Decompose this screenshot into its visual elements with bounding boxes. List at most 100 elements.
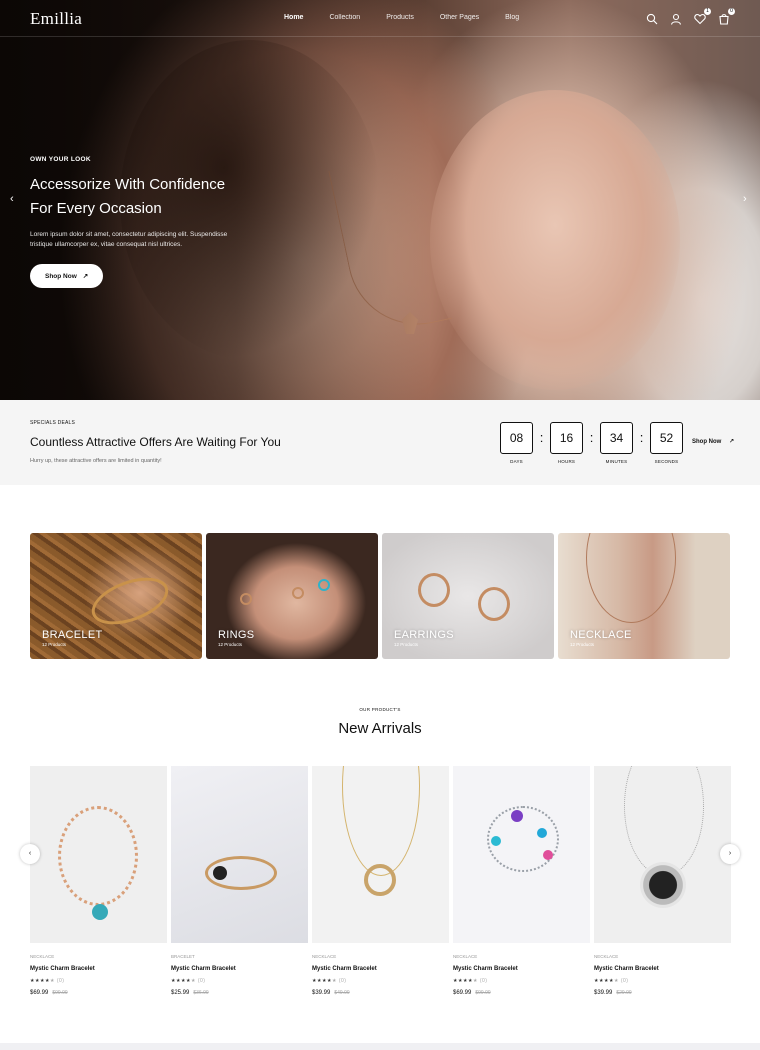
category-name: EARRINGS	[394, 629, 454, 641]
cart-count-badge: 0	[728, 8, 735, 15]
product-card[interactable]: NECKLACE Mystic Charm Bracelet ★★★★★ (0)…	[312, 766, 449, 996]
arrow-up-right-icon: ↗	[82, 273, 89, 280]
product-card[interactable]: NECKLACE Mystic Charm Bracelet ★★★★★ (0)…	[453, 766, 590, 996]
timer-hours-label: HOURS	[557, 459, 576, 464]
product-category: NECKLACE	[594, 954, 619, 959]
product-card[interactable]: NECKLACE Mystic Charm Bracelet ★★★★★ (0)…	[30, 766, 167, 996]
hero-shop-now-button[interactable]: Shop Now ↗	[30, 264, 104, 288]
review-count: (0)	[479, 978, 488, 984]
cart-icon[interactable]: 0	[718, 8, 735, 25]
brand-logo[interactable]: Emillia	[30, 9, 82, 29]
menu-item-other-pages[interactable]: Other Pages	[440, 14, 479, 21]
ring-image-shape	[240, 593, 252, 605]
product-rating: ★★★★★ (0)	[171, 978, 206, 984]
bracelet-image-shape	[85, 568, 175, 634]
category-card-earrings[interactable]: EARRINGS 12 Products	[382, 533, 554, 659]
category-name: BRACELET	[42, 629, 103, 641]
product-category: BRACELET	[171, 954, 195, 959]
timer-hours-value: 16	[550, 422, 583, 454]
product-category: NECKLACE	[453, 954, 478, 959]
timer-seconds-value: 52	[650, 422, 683, 454]
product-price: $39.99 $29.99	[594, 990, 731, 996]
necklace-chain-shape	[624, 766, 704, 876]
menu-item-products[interactable]: Products	[386, 14, 414, 21]
product-name[interactable]: Mystic Charm Bracelet	[312, 966, 449, 972]
product-image[interactable]	[453, 766, 590, 943]
special-deals-section: SPECIALS DEALS Countless Attractive Offe…	[0, 400, 760, 485]
hero-title-line-1: Accessorize With Confidence	[30, 176, 226, 193]
ring-stone-shape	[213, 866, 227, 880]
ring-image-shape	[292, 587, 304, 599]
product-image[interactable]	[30, 766, 167, 943]
bead-shape	[491, 836, 501, 846]
category-count: 12 Products	[218, 642, 243, 647]
timer-hours: 16 HOURS	[550, 422, 583, 464]
account-icon[interactable]	[670, 12, 682, 25]
review-count: (0)	[56, 978, 65, 984]
timer-separator: :	[639, 430, 644, 445]
deals-shop-now-link[interactable]: Shop Now ↗	[692, 438, 734, 445]
product-price: $69.99 $99.99	[30, 990, 167, 996]
hero-prev-arrow-icon[interactable]: ‹	[10, 193, 14, 205]
timer-seconds-label: SECONDS	[654, 459, 679, 464]
product-rating: ★★★★★ (0)	[30, 978, 65, 984]
timer-seconds: 52 SECONDS	[650, 422, 683, 464]
review-count: (0)	[197, 978, 206, 984]
countdown-timer: 08 DAYS : 16 HOURS : 34 MINUTES : 52 SEC…	[500, 422, 683, 464]
product-name[interactable]: Mystic Charm Bracelet	[171, 966, 308, 972]
header-actions: 1 0	[646, 8, 735, 25]
review-count: (0)	[338, 978, 347, 984]
menu-item-blog[interactable]: Blog	[505, 14, 519, 21]
hero-next-arrow-icon[interactable]: ›	[743, 193, 747, 205]
hero-description: Lorem ipsum dolor sit amet, consectetur …	[30, 231, 228, 248]
category-name: NECKLACE	[570, 629, 632, 641]
charm-shape	[92, 904, 108, 920]
carousel-prev-chevron-left-icon[interactable]: ‹	[20, 844, 40, 864]
deals-shop-now-label: Shop Now	[692, 439, 722, 445]
arrivals-eyebrow: OUR PRODUCT'S	[359, 707, 401, 712]
product-category: NECKLACE	[30, 954, 55, 959]
product-card[interactable]: BRACELET Mystic Charm Bracelet ★★★★★ (0)…	[171, 766, 308, 996]
bead-shape	[511, 810, 523, 822]
price-current: $39.99	[312, 990, 331, 996]
category-card-necklace[interactable]: NECKLACE 12 Products	[558, 533, 730, 659]
carousel-next-chevron-right-icon[interactable]: ›	[720, 844, 740, 864]
product-carousel: NECKLACE Mystic Charm Bracelet ★★★★★ (0)…	[30, 766, 731, 996]
timer-days: 08 DAYS	[500, 422, 533, 464]
product-name[interactable]: Mystic Charm Bracelet	[453, 966, 590, 972]
menu-item-home[interactable]: Home	[284, 14, 303, 21]
product-rating: ★★★★★ (0)	[312, 978, 347, 984]
hero-image-hand	[430, 90, 680, 390]
hero-content: OWN YOUR LOOK Accessorize With Confidenc…	[30, 156, 270, 288]
ring-image-shape	[318, 579, 330, 591]
timer-days-label: DAYS	[510, 459, 523, 464]
wishlist-icon[interactable]: 1	[694, 8, 711, 25]
product-image[interactable]	[171, 766, 308, 943]
hero-title: Accessorize With Confidence For Every Oc…	[30, 173, 270, 221]
category-card-rings[interactable]: RINGS 12 Products	[206, 533, 378, 659]
timer-separator: :	[589, 430, 594, 445]
review-count: (0)	[620, 978, 629, 984]
product-name[interactable]: Mystic Charm Bracelet	[594, 966, 731, 972]
price-current: $25.99	[171, 990, 190, 996]
necklace-image-shape	[586, 533, 676, 623]
category-card-bracelet[interactable]: BRACELET 12 Products	[30, 533, 202, 659]
arrow-up-right-icon: ↗	[729, 439, 735, 445]
product-card[interactable]: NECKLACE Mystic Charm Bracelet ★★★★★ (0)…	[594, 766, 731, 996]
menu-item-collection[interactable]: Collection	[329, 14, 360, 21]
bead-shape	[537, 828, 547, 838]
price-current: $39.99	[594, 990, 613, 996]
product-name[interactable]: Mystic Charm Bracelet	[30, 966, 167, 972]
search-icon[interactable]	[646, 12, 658, 25]
earring-image-shape	[418, 573, 450, 607]
price-old: $99.99	[475, 990, 491, 996]
product-image[interactable]	[594, 766, 731, 943]
pendant-shape	[364, 864, 396, 896]
category-count: 12 Products	[570, 642, 595, 647]
wishlist-count-badge: 1	[704, 8, 711, 15]
price-current: $69.99	[30, 990, 49, 996]
category-name: RINGS	[218, 629, 255, 641]
category-grid: BRACELET 12 Products RINGS 12 Products E…	[30, 533, 730, 659]
hero-eyebrow: OWN YOUR LOOK	[30, 156, 91, 163]
product-image[interactable]	[312, 766, 449, 943]
